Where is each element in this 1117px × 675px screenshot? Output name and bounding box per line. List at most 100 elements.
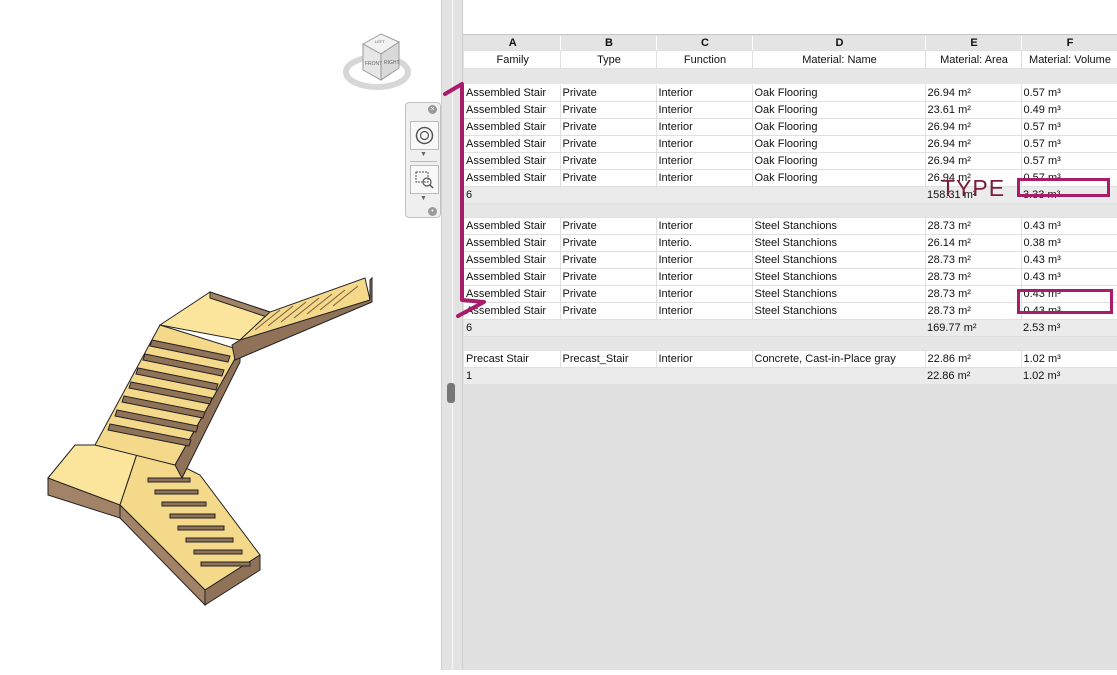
table-row: Assembled Stair Private Interior Oak Floori… (464, 118, 1117, 136)
pane-splitter[interactable] (441, 0, 463, 670)
cell-function[interactable]: Interio. (656, 234, 753, 252)
cell-type[interactable]: Private (560, 118, 657, 136)
column-letter-function[interactable]: C (656, 36, 753, 51)
cell-material-volume[interactable]: 1.02 m³ (1021, 350, 1117, 368)
close-icon[interactable]: × (428, 105, 437, 114)
column-header-material-area[interactable]: Material: Area (925, 50, 1022, 69)
cell-material-volume[interactable]: 0.57 m³ (1021, 118, 1117, 136)
cell-material-volume[interactable]: 0.43 m³ (1021, 217, 1117, 235)
cell-function[interactable]: Interior (656, 84, 753, 102)
cell-function[interactable]: Interior (656, 268, 753, 286)
cell-family[interactable]: Assembled Stair (464, 302, 561, 320)
cell-material-area[interactable]: 26.94 m² (925, 135, 1022, 153)
column-header-function[interactable]: Function (656, 50, 753, 69)
cell-family[interactable]: Assembled Stair (464, 84, 561, 102)
cell-function[interactable]: Interior (656, 285, 753, 303)
column-letter-material-area[interactable]: E (925, 36, 1022, 51)
cell-material-area[interactable]: 28.73 m² (925, 302, 1022, 320)
steering-wheel-button[interactable] (410, 121, 439, 150)
cell-function[interactable]: Interior (656, 302, 753, 320)
cell-function[interactable]: Interior (656, 169, 753, 187)
cell-family[interactable]: Assembled Stair (464, 234, 561, 252)
cell-function[interactable]: Interior (656, 251, 753, 269)
zoom-button[interactable] (410, 165, 439, 194)
cell-material-name[interactable]: Concrete, Cast-in-Place gray (752, 350, 926, 368)
column-header-material-volume[interactable]: Material: Volume (1021, 50, 1117, 69)
cell-family[interactable]: Assembled Stair (464, 285, 561, 303)
cell-function[interactable]: Interior (656, 152, 753, 170)
cell-material-name[interactable]: Oak Flooring (752, 101, 926, 119)
column-header-type[interactable]: Type (560, 50, 657, 69)
cell-function[interactable]: Interior (656, 350, 753, 368)
cell-function[interactable]: Interior (656, 101, 753, 119)
cell-material-volume[interactable]: 0.57 m³ (1021, 152, 1117, 170)
cell-material-area[interactable]: 28.73 m² (925, 217, 1022, 235)
cell-material-name[interactable]: Oak Flooring (752, 118, 926, 136)
cell-family[interactable]: Assembled Stair (464, 118, 561, 136)
viewcube[interactable]: LEFT FRONT RIGHT (343, 28, 411, 96)
cell-material-volume[interactable]: 0.38 m³ (1021, 234, 1117, 252)
cell-type[interactable]: Private (560, 101, 657, 119)
column-letter-material-name[interactable]: D (752, 36, 926, 51)
stair-3d-model[interactable] (0, 0, 441, 670)
column-header-material-name[interactable]: Material: Name (752, 50, 926, 69)
cell-material-area[interactable]: 26.94 m² (925, 118, 1022, 136)
cell-family[interactable]: Assembled Stair (464, 268, 561, 286)
cell-material-area[interactable]: 23.61 m² (925, 101, 1022, 119)
cell-material-volume[interactable]: 0.49 m³ (1021, 101, 1117, 119)
cell-type[interactable]: Private (560, 234, 657, 252)
cell-material-volume[interactable]: 0.57 m³ (1021, 84, 1117, 102)
cell-type[interactable]: Private (560, 217, 657, 235)
cell-material-area[interactable]: 26.94 m² (925, 84, 1022, 102)
cell-family[interactable]: Assembled Stair (464, 135, 561, 153)
cell-material-area[interactable]: 26.14 m² (925, 234, 1022, 252)
cell-material-area[interactable]: 26.94 m² (925, 152, 1022, 170)
cell-type[interactable]: Private (560, 285, 657, 303)
cell-material-name[interactable]: Steel Stanchions (752, 234, 926, 252)
cell-type[interactable]: Precast_Stair (560, 350, 657, 368)
cell-type[interactable]: Private (560, 84, 657, 102)
cell-function[interactable]: Interior (656, 217, 753, 235)
chevron-down-icon[interactable]: ▼ (420, 195, 427, 202)
subtotal-area: 22.86 m² (925, 367, 1021, 385)
cell-material-name[interactable]: Oak Flooring (752, 84, 926, 102)
cell-material-name[interactable]: Steel Stanchions (752, 285, 926, 303)
cell-material-name[interactable]: Steel Stanchions (752, 217, 926, 235)
cell-material-area[interactable]: 28.73 m² (925, 268, 1022, 286)
cell-family[interactable]: Assembled Stair (464, 169, 561, 187)
cell-material-name[interactable]: Oak Flooring (752, 169, 926, 187)
3d-viewport[interactable]: LEFT FRONT RIGHT × ▼ ▼ • (0, 0, 441, 670)
cell-type[interactable]: Private (560, 169, 657, 187)
cell-type[interactable]: Private (560, 251, 657, 269)
cell-family[interactable]: Assembled Stair (464, 217, 561, 235)
cell-type[interactable]: Private (560, 302, 657, 320)
table-row: Assembled Stair Private Interior Steel Stan… (464, 251, 1117, 269)
cell-family[interactable]: Assembled Stair (464, 101, 561, 119)
scrollbar-thumb[interactable] (447, 383, 455, 403)
column-header-family[interactable]: Family (464, 50, 561, 69)
cell-family[interactable]: Assembled Stair (464, 152, 561, 170)
cell-type[interactable]: Private (560, 135, 657, 153)
cell-material-volume[interactable]: 0.43 m³ (1021, 251, 1117, 269)
cell-material-name[interactable]: Steel Stanchions (752, 268, 926, 286)
cell-material-volume[interactable]: 0.57 m³ (1021, 135, 1117, 153)
cell-material-name[interactable]: Oak Flooring (752, 135, 926, 153)
cell-material-area[interactable]: 28.73 m² (925, 285, 1022, 303)
cell-function[interactable]: Interior (656, 118, 753, 136)
cell-material-name[interactable]: Steel Stanchions (752, 302, 926, 320)
cell-material-name[interactable]: Steel Stanchions (752, 251, 926, 269)
cell-family[interactable]: Precast Stair (464, 350, 561, 368)
column-letter-type[interactable]: B (560, 36, 657, 51)
cell-material-area[interactable]: 28.73 m² (925, 251, 1022, 269)
cell-function[interactable]: Interior (656, 135, 753, 153)
options-icon[interactable]: • (428, 207, 437, 216)
cell-material-name[interactable]: Oak Flooring (752, 152, 926, 170)
cell-type[interactable]: Private (560, 152, 657, 170)
cell-type[interactable]: Private (560, 268, 657, 286)
column-letter-material-volume[interactable]: F (1021, 36, 1117, 51)
chevron-down-icon[interactable]: ▼ (420, 151, 427, 158)
cell-material-area[interactable]: 22.86 m² (925, 350, 1022, 368)
column-letter-family[interactable]: A (464, 36, 561, 51)
cell-material-volume[interactable]: 0.43 m³ (1021, 268, 1117, 286)
cell-family[interactable]: Assembled Stair (464, 251, 561, 269)
